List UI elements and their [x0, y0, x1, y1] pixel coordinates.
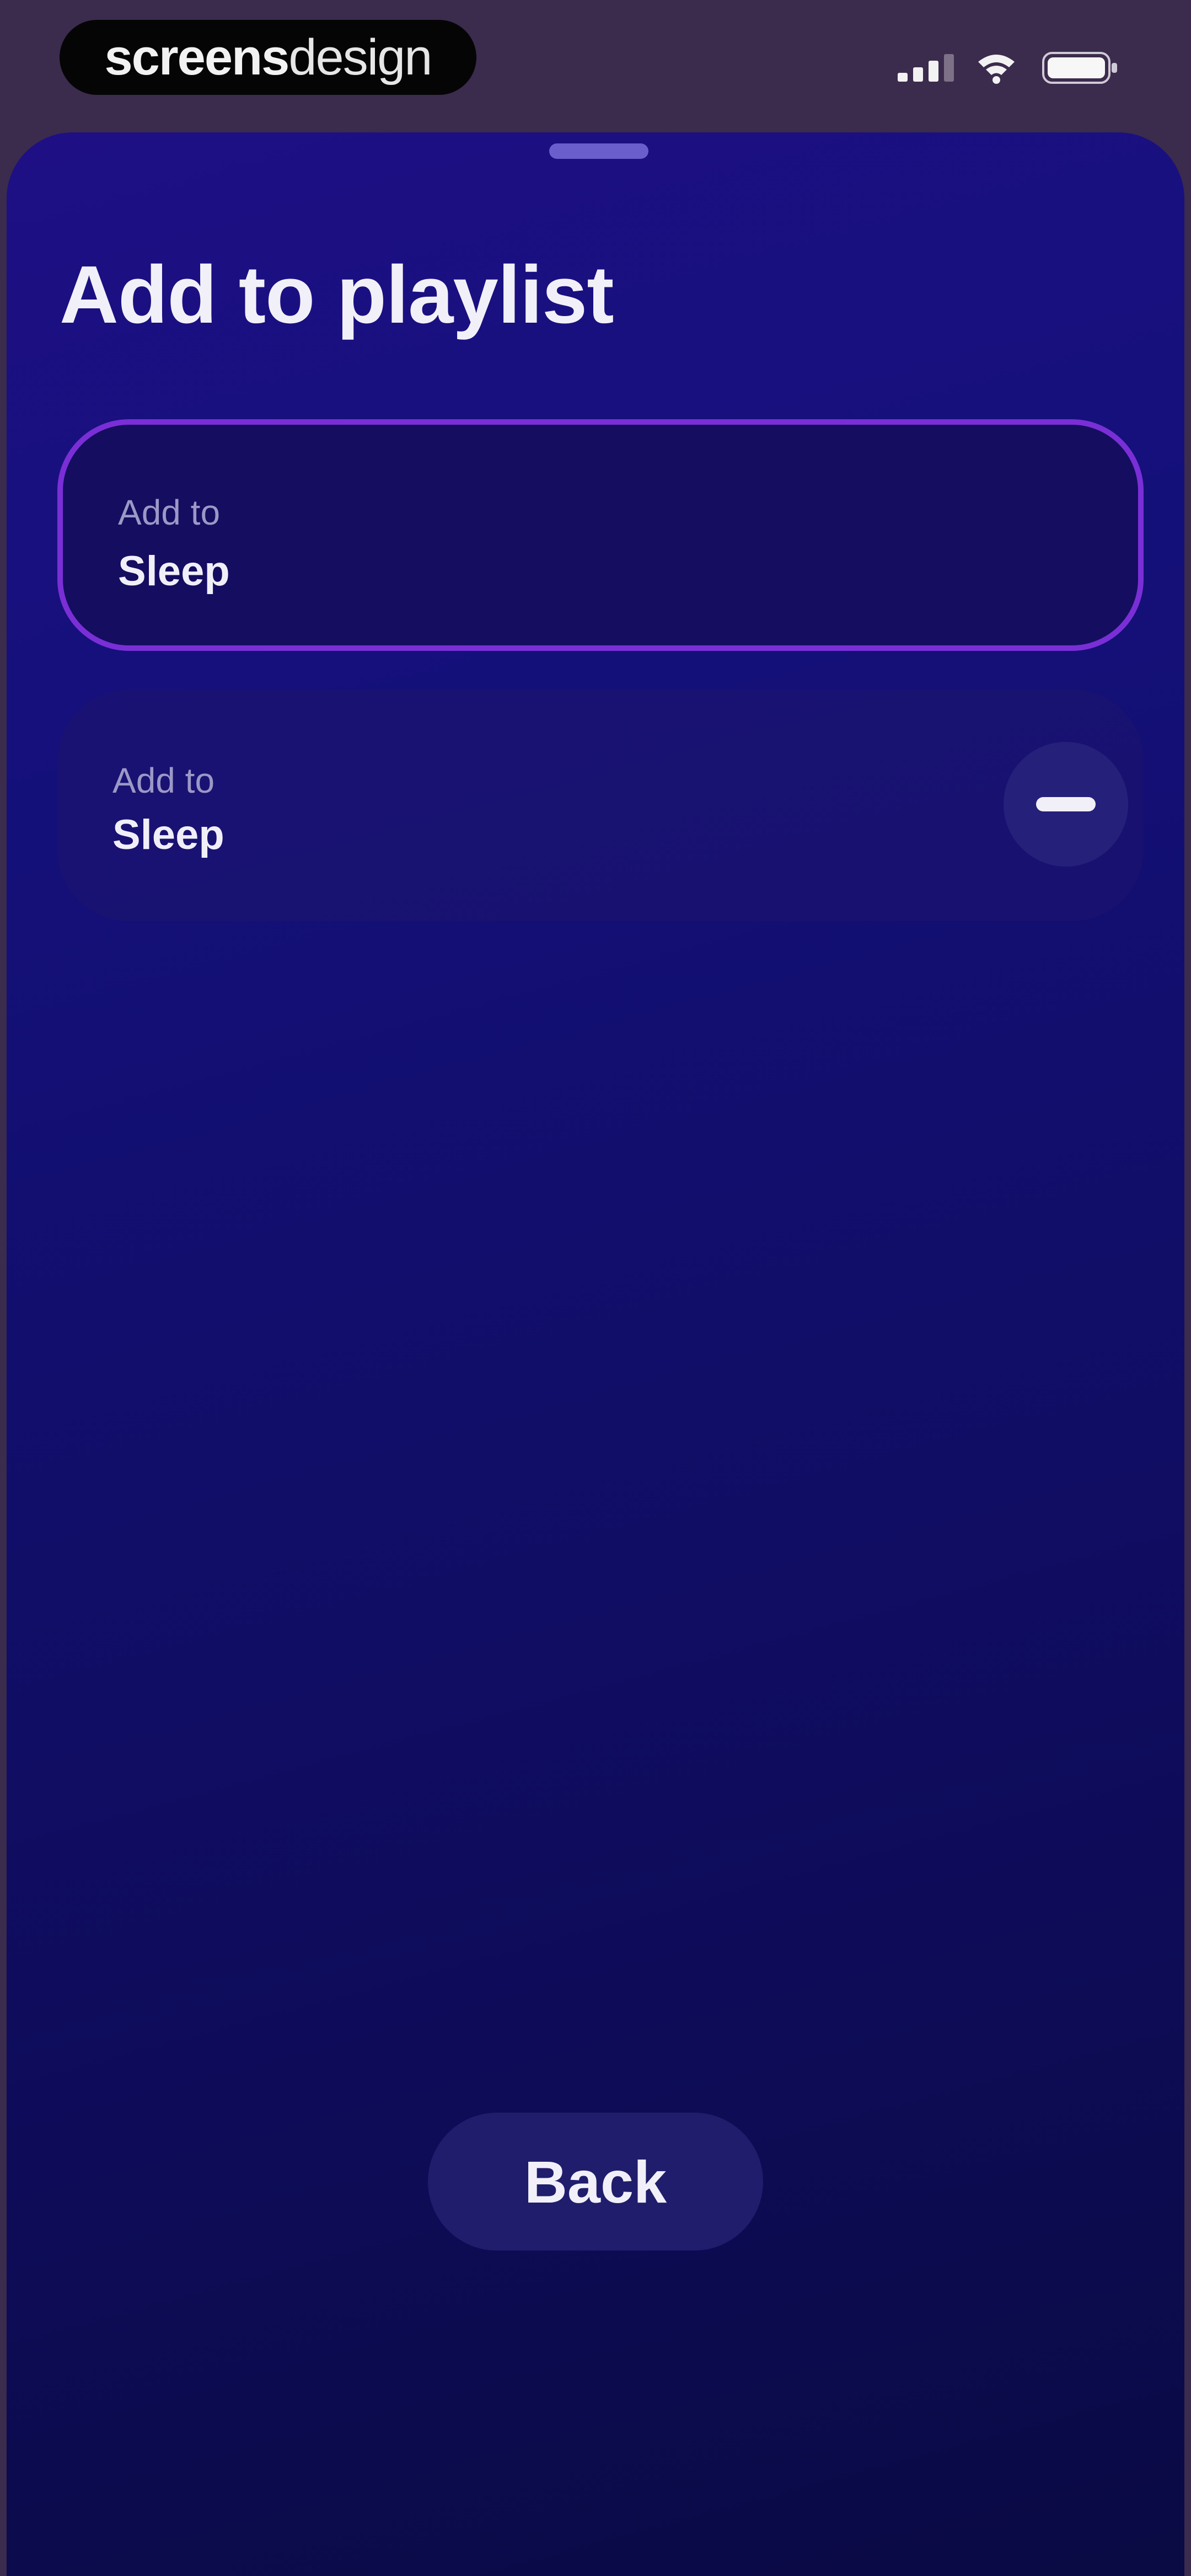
battery-icon — [1042, 52, 1117, 84]
playlist-item-selected[interactable]: Add to Sleep — [57, 419, 1144, 651]
playlist-item-label: Add to — [118, 493, 221, 532]
sheet-title: Add to playlist — [60, 249, 614, 340]
status-bar: screens design — [0, 0, 1191, 127]
signal-icon — [898, 54, 954, 82]
minus-icon — [1036, 797, 1096, 811]
playlist-item-name: Sleep — [112, 811, 224, 858]
brand-logo-bold: screens — [104, 29, 290, 85]
brand-logo-light: design — [288, 29, 432, 85]
playlist-item-name: Sleep — [118, 548, 230, 595]
remove-from-playlist-button[interactable] — [1004, 742, 1128, 867]
add-to-playlist-sheet: Add to playlist Add to Sleep Add to Slee… — [7, 132, 1184, 2576]
playlist-item-label: Add to — [112, 761, 215, 800]
screen: screens design Add to playlist Add to Sle… — [0, 0, 1191, 2576]
playlist-item[interactable]: Add to Sleep — [57, 690, 1144, 921]
wifi-icon — [978, 55, 1015, 84]
back-button[interactable]: Back — [428, 2113, 763, 2251]
brand-logo: screens design — [60, 20, 476, 95]
sheet-grabber[interactable] — [549, 143, 648, 159]
